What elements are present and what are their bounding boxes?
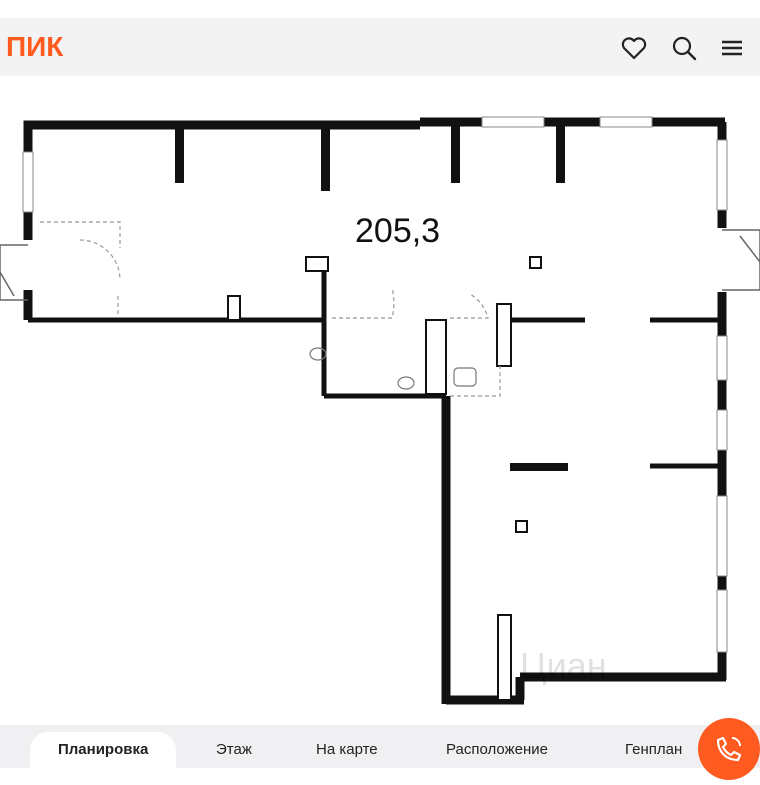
tab-plan[interactable]: Планировка: [30, 732, 177, 768]
floor-plan: [0, 116, 760, 705]
area-label: 205,3: [355, 212, 441, 250]
tab-on-map[interactable]: На карте: [316, 732, 378, 768]
heart-icon[interactable]: [620, 34, 648, 62]
call-button[interactable]: [698, 718, 760, 780]
phone-icon: [716, 736, 742, 762]
pik-logo[interactable]: ПИК: [6, 31, 63, 63]
tab-masterplan[interactable]: Генплан: [625, 732, 682, 768]
tab-floor[interactable]: Этаж: [216, 732, 252, 768]
bottom-tabs: Планировка Этаж На карте Расположение Ге…: [0, 725, 760, 768]
tab-location[interactable]: Расположение: [446, 732, 548, 768]
inner-walls: [28, 270, 722, 469]
top-header: ПИК: [0, 18, 760, 76]
search-icon[interactable]: [670, 34, 698, 62]
sanitary-fixtures: [309, 347, 477, 390]
menu-icon[interactable]: [718, 34, 746, 62]
outer-walls: [23, 117, 727, 705]
windows: [22, 116, 728, 653]
columns: [227, 256, 542, 701]
watermark-text: Циан: [520, 645, 607, 686]
